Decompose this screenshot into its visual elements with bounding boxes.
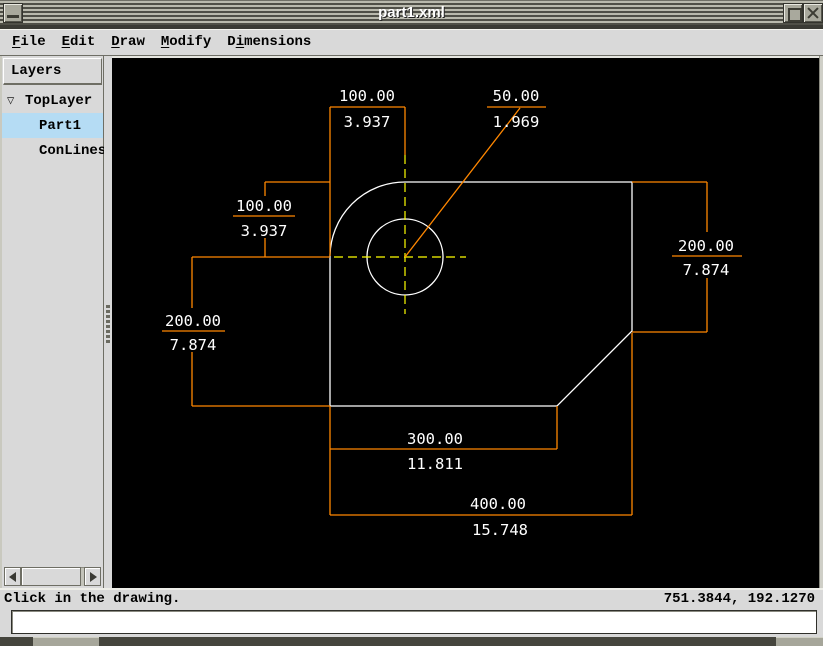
menu-edit-post: dit <box>70 34 95 50</box>
menu-edit-hotkey: E <box>62 34 70 50</box>
dimension-primary-text: 200.00 <box>165 312 221 330</box>
layer-label: Part1 <box>39 118 81 134</box>
layers-tree: ▽ TopLayer Part1 ConLines <box>2 88 103 163</box>
dimension-primary-text: 200.00 <box>678 237 734 255</box>
menu-draw[interactable]: Draw <box>103 30 153 55</box>
dimension-lines <box>330 333 632 515</box>
cad-drawing[interactable]: 100.00 3.937 50.00 1.969 100.00 3.937 <box>112 58 819 588</box>
app-window: part1.xml File Edit Draw Modify Dimensio… <box>0 0 823 646</box>
menu-bar: File Edit Draw Modify Dimensions <box>0 29 823 56</box>
menu-dimensions-pre: D <box>227 34 235 50</box>
window-right-frame <box>819 56 823 588</box>
menu-file[interactable]: File <box>4 30 54 55</box>
status-message: Click in the drawing. <box>4 591 180 607</box>
dimension-secondary-text: 1.969 <box>493 113 540 131</box>
right-arrow-icon <box>90 572 97 582</box>
expander-triangle-icon[interactable]: ▽ <box>2 93 25 108</box>
menu-dimensions-post: mensions <box>244 34 311 50</box>
dimension-primary-text: 100.00 <box>339 87 395 105</box>
layer-item-toplayer[interactable]: ▽ TopLayer <box>2 88 103 113</box>
menu-dimensions-hotkey: i <box>236 34 244 50</box>
menu-draw-post: raw <box>120 34 145 50</box>
layer-label: ConLines <box>39 143 106 159</box>
window-bottom-frame[interactable] <box>0 637 823 646</box>
dimension-secondary-text: 3.937 <box>241 222 288 240</box>
layer-label: TopLayer <box>25 93 92 109</box>
dimension-top-width[interactable]: 100.00 3.937 <box>330 87 405 256</box>
main-area: Layers ▽ TopLayer Part1 ConLines <box>0 56 823 588</box>
divider-grip-icon[interactable] <box>106 305 110 343</box>
dimension-primary-text: 100.00 <box>236 197 292 215</box>
dimension-secondary-text: 7.874 <box>683 261 730 279</box>
layer-item-conlines[interactable]: ConLines <box>2 138 103 163</box>
dimension-lines <box>162 257 330 406</box>
resize-handle[interactable] <box>33 637 99 646</box>
maximize-button[interactable] <box>783 3 803 23</box>
pane-divider[interactable] <box>104 56 112 588</box>
layers-horizontal-scrollbar[interactable] <box>4 567 101 586</box>
part-outline[interactable] <box>330 182 632 406</box>
layers-header[interactable]: Layers <box>3 58 102 85</box>
menu-modify[interactable]: Modify <box>153 30 219 55</box>
close-button[interactable] <box>803 3 823 23</box>
dimension-hole-radius[interactable]: 50.00 1.969 <box>405 87 546 257</box>
dimension-lines <box>192 182 330 257</box>
window-title: part1.xml <box>0 4 823 21</box>
dimension-primary-text: 400.00 <box>470 495 526 513</box>
dimension-lower-left-height[interactable]: 200.00 7.874 <box>162 257 330 406</box>
menu-modify-post: odify <box>169 34 211 50</box>
dimension-secondary-text: 3.937 <box>344 113 391 131</box>
menu-edit[interactable]: Edit <box>54 30 104 55</box>
menu-draw-hotkey: D <box>111 34 119 50</box>
maximize-icon <box>788 8 802 22</box>
dimension-right-height[interactable]: 200.00 7.874 <box>632 182 742 332</box>
menu-dimensions[interactable]: Dimensions <box>219 30 319 55</box>
status-bar: Click in the drawing. 751.3844, 192.1270 <box>0 588 823 607</box>
scrollbar-thumb[interactable] <box>21 567 81 586</box>
dimension-secondary-text: 7.874 <box>170 336 217 354</box>
dimension-bottom-outer-width[interactable]: 400.00 15.748 <box>330 333 632 539</box>
dimension-primary-text: 300.00 <box>407 430 463 448</box>
command-entry-area <box>0 607 823 637</box>
title-bar[interactable]: part1.xml <box>0 0 823 25</box>
command-input[interactable] <box>11 610 817 634</box>
left-arrow-icon <box>9 572 16 582</box>
dimension-primary-text: 50.00 <box>493 87 540 105</box>
drawing-canvas[interactable]: 100.00 3.937 50.00 1.969 100.00 3.937 <box>112 56 819 588</box>
scrollbar-right-button[interactable] <box>84 567 101 586</box>
dimension-upper-left-height[interactable]: 100.00 3.937 <box>192 182 330 257</box>
dimension-secondary-text: 15.748 <box>472 521 528 539</box>
dimension-bottom-inner-width[interactable]: 300.00 11.811 <box>330 406 557 473</box>
resize-handle[interactable] <box>776 637 823 646</box>
dimension-secondary-text: 11.811 <box>407 455 463 473</box>
layer-item-part1[interactable]: Part1 <box>2 113 103 138</box>
dimension-lines <box>632 182 742 332</box>
scrollbar-left-button[interactable] <box>4 567 21 586</box>
cursor-coordinates: 751.3844, 192.1270 <box>664 591 815 607</box>
menu-file-post: ile <box>20 34 45 50</box>
layers-panel: Layers ▽ TopLayer Part1 ConLines <box>0 56 104 588</box>
